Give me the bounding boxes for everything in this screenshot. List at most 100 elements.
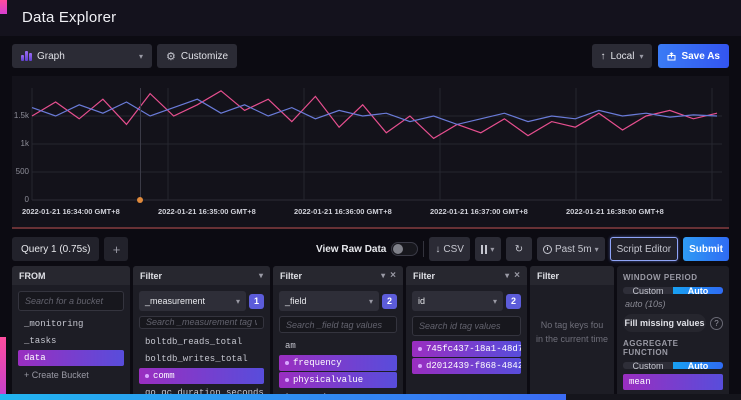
x-axis-tick: 2022-01-21 16:36:00 GMT+8 bbox=[294, 207, 392, 216]
clock-icon bbox=[543, 245, 552, 254]
filter-panel-id: Filter ▾ × id ▾ 2 745fc437-18a1-48d7-98a… bbox=[406, 266, 527, 400]
query-bar: Query 1 (0.75s) + View Raw Data ↓ CSV ▾ … bbox=[12, 236, 729, 262]
window-custom-button[interactable]: Custom bbox=[623, 287, 673, 294]
list-item[interactable]: data bbox=[18, 350, 124, 366]
id-search-input[interactable] bbox=[412, 316, 521, 336]
horizontal-scrollbar-thumb[interactable] bbox=[0, 394, 566, 400]
measurement-list: boltdb_reads_total boltdb_writes_total c… bbox=[139, 334, 264, 394]
aggregate-function-list: mean median last bbox=[623, 374, 723, 394]
add-query-button[interactable]: + bbox=[104, 237, 128, 261]
list-item[interactable]: physicalvalue bbox=[279, 372, 397, 388]
pause-dropdown-button[interactable]: ▾ bbox=[475, 237, 501, 261]
close-icon[interactable]: × bbox=[390, 270, 396, 281]
from-panel-header: FROM bbox=[12, 266, 130, 285]
customize-button[interactable]: ⚙ Customize bbox=[157, 44, 237, 68]
view-raw-data-toggle[interactable] bbox=[391, 242, 418, 256]
toggle-knob bbox=[393, 244, 403, 254]
field-search-input[interactable] bbox=[279, 316, 397, 333]
close-icon[interactable]: × bbox=[514, 270, 520, 281]
query-builder: FROM _monitoring _tasks data + Create Bu… bbox=[12, 266, 729, 400]
download-csv-button[interactable]: ↓ CSV bbox=[429, 237, 470, 261]
measurement-search-input[interactable] bbox=[139, 316, 264, 329]
time-range-dropdown[interactable]: Past 5m ▾ bbox=[537, 237, 605, 261]
bucket-list: _monitoring _tasks data + Create Bucket bbox=[18, 316, 124, 383]
list-item[interactable]: d2012439-f868-4842-bfef-8… bbox=[412, 358, 521, 374]
submit-button[interactable]: Submit bbox=[683, 237, 729, 261]
x-axis-tick: 2022-01-21 16:35:00 GMT+8 bbox=[158, 207, 256, 216]
chevron-down-icon: ▾ bbox=[493, 297, 497, 306]
chevron-down-icon: ▾ bbox=[139, 52, 143, 61]
page-header: Data Explorer bbox=[0, 0, 741, 36]
bucket-search-input[interactable] bbox=[18, 291, 124, 311]
list-item[interactable]: comm bbox=[139, 368, 264, 384]
window-period-mode-toggle: Custom Auto bbox=[623, 287, 723, 294]
filter-panel-header[interactable]: Filter bbox=[530, 266, 614, 285]
arrow-up-icon: ↑ bbox=[601, 51, 606, 62]
view-toolbar: Graph ▾ ⚙ Customize ↑ Local ▾ Save As bbox=[12, 44, 729, 68]
chevron-down-icon: ▾ bbox=[369, 297, 373, 306]
selected-dot bbox=[145, 374, 149, 378]
filter-panel-field: Filter ▾ × _field ▾ 2 am frequency phys bbox=[273, 266, 403, 400]
chevron-down-icon[interactable]: ▾ bbox=[259, 271, 263, 280]
chevron-down-icon[interactable]: ▾ bbox=[505, 271, 509, 280]
y-axis-tick: 500 bbox=[12, 167, 29, 176]
chart-panel[interactable]: 1.5k 1k 500 0 2022-01-21 16:34:00 GMT+8 … bbox=[12, 76, 729, 229]
y-axis-tick: 0 bbox=[12, 195, 29, 204]
window-period-value: auto (10s) bbox=[623, 299, 723, 309]
aggregate-custom-button[interactable]: Custom bbox=[623, 362, 673, 369]
pause-icon bbox=[481, 245, 487, 254]
gear-icon: ⚙ bbox=[166, 50, 176, 63]
script-editor-button[interactable]: Script Editor bbox=[610, 237, 678, 261]
options-panel: WINDOW PERIOD Custom Auto auto (10s) Fil… bbox=[617, 266, 729, 400]
list-item[interactable]: go_gc_duration_seconds bbox=[139, 385, 264, 394]
tag-key-dropdown[interactable]: _measurement ▾ bbox=[139, 291, 246, 311]
vertical-scrollbar-thumb[interactable] bbox=[0, 337, 6, 400]
local-dropdown[interactable]: ↑ Local ▾ bbox=[592, 44, 653, 68]
help-icon[interactable]: ? bbox=[710, 317, 723, 330]
selected-count-badge: 2 bbox=[382, 294, 397, 309]
selected-count-badge: 2 bbox=[506, 294, 521, 309]
filter-panel-header[interactable]: Filter ▾ × bbox=[273, 266, 403, 285]
list-item[interactable]: mean bbox=[623, 374, 723, 390]
list-item[interactable]: boltdb_writes_total bbox=[139, 351, 264, 367]
horizontal-scrollbar-track[interactable] bbox=[0, 394, 741, 400]
field-list: am frequency physicalvalue temperature bbox=[279, 338, 397, 394]
create-bucket-button[interactable]: + Create Bucket bbox=[18, 367, 124, 383]
list-item[interactable]: _tasks bbox=[18, 333, 124, 349]
refresh-button[interactable]: ↻ bbox=[506, 237, 532, 261]
chart-crosshair bbox=[140, 88, 141, 200]
window-period-label: WINDOW PERIOD bbox=[623, 273, 723, 282]
list-item[interactable]: boltdb_reads_total bbox=[139, 334, 264, 350]
selected-count-badge: 1 bbox=[249, 294, 264, 309]
save-as-button[interactable]: Save As bbox=[658, 44, 729, 68]
filter-panel-header[interactable]: Filter ▾ bbox=[133, 266, 270, 285]
chevron-down-icon[interactable]: ▾ bbox=[381, 271, 385, 280]
query-tab[interactable]: Query 1 (0.75s) bbox=[12, 237, 99, 261]
no-tag-keys-message: No tag keys fou in the current time bbox=[536, 319, 608, 346]
download-icon: ↓ bbox=[435, 244, 440, 255]
divider bbox=[423, 241, 424, 257]
id-list: 745fc437-18a1-48d7-98a6-7… d2012439-f868… bbox=[412, 341, 521, 374]
window-auto-button[interactable]: Auto bbox=[673, 287, 723, 294]
x-axis-tick: 2022-01-21 16:37:00 GMT+8 bbox=[430, 207, 528, 216]
x-axis-tick: 2022-01-21 16:34:00 GMT+8 bbox=[22, 207, 120, 216]
filter-panel-header[interactable]: Filter ▾ × bbox=[406, 266, 527, 285]
list-item[interactable]: am bbox=[279, 338, 397, 354]
from-panel: FROM _monitoring _tasks data + Create Bu… bbox=[12, 266, 130, 400]
data-explorer-app: Data Explorer Graph ▾ ⚙ Customize ↑ Loca… bbox=[0, 0, 741, 400]
view-type-dropdown[interactable]: Graph ▾ bbox=[12, 44, 152, 68]
view-type-label: Graph bbox=[37, 51, 65, 62]
tag-key-dropdown[interactable]: _field ▾ bbox=[279, 291, 379, 311]
selected-dot bbox=[418, 364, 422, 368]
chevron-down-icon: ▾ bbox=[490, 245, 494, 254]
list-item[interactable]: frequency bbox=[279, 355, 397, 371]
chevron-down-icon: ▾ bbox=[236, 297, 240, 306]
fill-missing-values-toggle[interactable]: Fill missing values bbox=[623, 314, 706, 332]
tag-key-dropdown[interactable]: id ▾ bbox=[412, 291, 503, 311]
list-item[interactable]: _monitoring bbox=[18, 316, 124, 332]
selected-dot bbox=[285, 378, 289, 382]
aggregate-auto-button[interactable]: Auto bbox=[673, 362, 723, 369]
list-item[interactable]: 745fc437-18a1-48d7-98a6-7… bbox=[412, 341, 521, 357]
filter-panel-measurement: Filter ▾ _measurement ▾ 1 boltdb_reads_t… bbox=[133, 266, 270, 400]
view-raw-data-label: View Raw Data bbox=[316, 244, 386, 255]
